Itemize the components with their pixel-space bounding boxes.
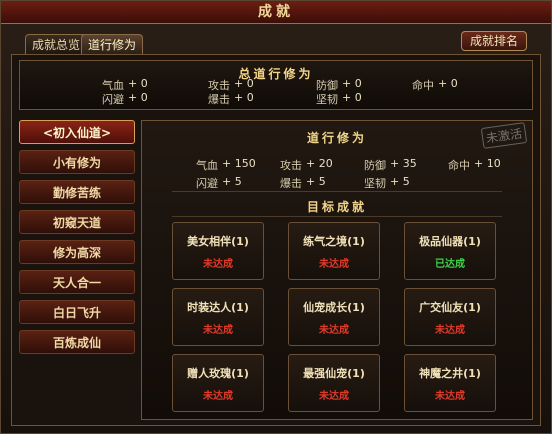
achievement-status: 未达成 (203, 259, 233, 270)
sidebar-item-stage-5[interactable]: 修为高深 (19, 240, 135, 264)
sidebar-item-stage-4[interactable]: 初窥天道 (19, 210, 135, 234)
stage-stats-row-1: 气血 + 150 攻击 + 20 防御 + 35 命中 + 10 (196, 157, 501, 173)
stat-defense: 防御 + 35 (364, 157, 417, 172)
achievement-name: 练气之境(1) (303, 235, 365, 248)
achievement-status: 已达成 (435, 259, 465, 270)
achievement-status: 未达成 (435, 391, 465, 402)
achievement-card[interactable]: 仙宠成长(1) 未达成 (288, 288, 380, 346)
divider (172, 191, 502, 192)
achievement-card[interactable]: 练气之境(1) 未达成 (288, 222, 380, 280)
achievement-card[interactable]: 极品仙器(1) 已达成 (404, 222, 496, 280)
tab-cultivation[interactable]: 道行修为 (81, 34, 144, 54)
stage-stats-row-2: 闪避 + 5 爆击 + 5 坚韧 + 5 (196, 175, 410, 191)
achievement-name: 赠人玫瑰(1) (187, 367, 249, 380)
achievement-card[interactable]: 美女相伴(1) 未达成 (172, 222, 264, 280)
achievement-card[interactable]: 赠人玫瑰(1) 未达成 (172, 354, 264, 412)
stat-accuracy: 命中 + 10 (448, 157, 501, 172)
stat-dodge: 闪避 + 0 (102, 91, 148, 106)
total-cultivation-panel: 总道行修为 气血 + 0 攻击 + 0 防御 + 0 命中 + 0 闪避 + 0 爆击 + … (19, 60, 533, 110)
sidebar-item-stage-7[interactable]: 白日飞升 (19, 300, 135, 324)
achievement-status: 未达成 (203, 391, 233, 402)
stage-sidebar: <初入仙道> 小有修为 勤修苦练 初窥天道 修为高深 天人合一 白日飞升 百炼成… (19, 120, 135, 420)
total-stats-row-2: 闪避 + 0 爆击 + 0 坚韧 + 0 (102, 91, 362, 107)
sidebar-item-stage-2[interactable]: 小有修为 (19, 150, 135, 174)
sidebar-item-stage-3[interactable]: 勤修苦练 (19, 180, 135, 204)
stat-dodge: 闪避 + 5 (196, 175, 242, 190)
tab-achievement-overview[interactable]: 成就总览 (25, 34, 88, 54)
achievement-name: 最强仙宠(1) (303, 367, 365, 380)
goal-achievement-grid: 美女相伴(1) 未达成 练气之境(1) 未达成 极品仙器(1) 已达成 时装达人… (172, 222, 502, 412)
achievement-name: 仙宠成长(1) (303, 301, 365, 314)
achievement-card[interactable]: 时装达人(1) 未达成 (172, 288, 264, 346)
stage-detail-panel: 未激活 道行修为 气血 + 150 攻击 + 20 防御 + 35 命中 + 10 闪避… (141, 120, 533, 420)
achievement-status: 未达成 (319, 259, 349, 270)
sidebar-item-stage-6[interactable]: 天人合一 (19, 270, 135, 294)
achievement-status: 未达成 (319, 325, 349, 336)
achievement-name: 时装达人(1) (187, 301, 249, 314)
achievement-name: 广交仙友(1) (419, 301, 481, 314)
achievement-name: 极品仙器(1) (419, 235, 481, 248)
window-title: 成就 (1, 1, 551, 24)
stat-crit: 爆击 + 0 (208, 91, 254, 106)
achievement-card[interactable]: 神魔之井(1) 未达成 (404, 354, 496, 412)
achievement-name: 神魔之井(1) (419, 367, 481, 380)
divider (172, 216, 502, 217)
achievement-status: 未达成 (203, 325, 233, 336)
stat-attack: 攻击 + 20 (280, 157, 333, 172)
achievement-rank-button[interactable]: 成就排名 (461, 31, 527, 51)
stat-hp: 气血 + 150 (196, 157, 256, 172)
sidebar-item-stage-1[interactable]: <初入仙道> (19, 120, 135, 144)
goal-achievements-title: 目标成就 (306, 200, 367, 214)
stat-toughness: 坚韧 + 0 (316, 91, 362, 106)
achievement-name: 美女相伴(1) (187, 235, 249, 248)
achievement-status: 未达成 (319, 391, 349, 402)
sidebar-item-stage-8[interactable]: 百炼成仙 (19, 330, 135, 354)
stage-cultivation-title: 道行修为 (306, 131, 367, 145)
stat-accuracy: 命中 + 0 (412, 77, 458, 92)
achievement-card[interactable]: 最强仙宠(1) 未达成 (288, 354, 380, 412)
achievement-card[interactable]: 广交仙友(1) 未达成 (404, 288, 496, 346)
stat-toughness: 坚韧 + 5 (364, 175, 410, 190)
achievement-status: 未达成 (435, 325, 465, 336)
stat-crit: 爆击 + 5 (280, 175, 326, 190)
achievement-window: 成就 成就总览 道行修为 成就排名 总道行修为 气血 + 0 攻击 + 0 防御 + … (0, 0, 552, 434)
